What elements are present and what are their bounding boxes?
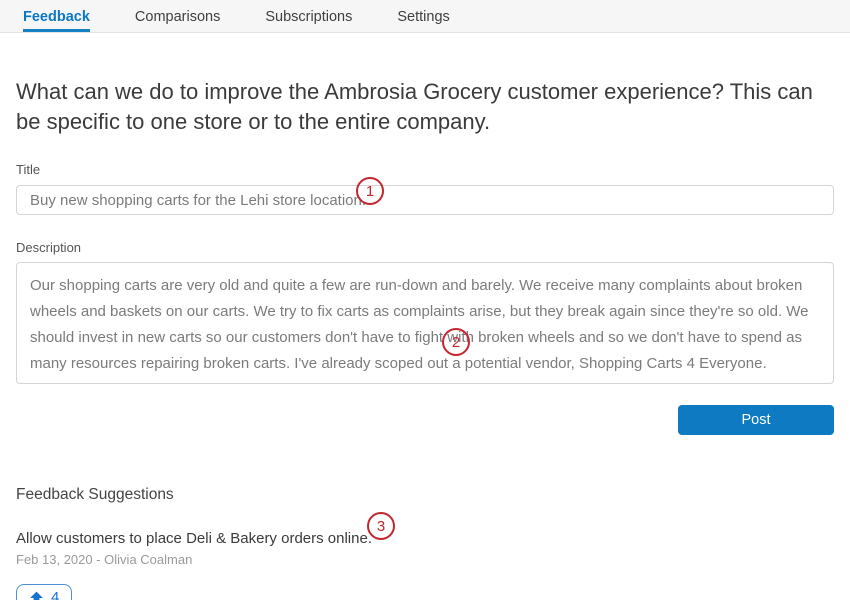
suggestion-byline: Feb 13, 2020 - Olivia Coalman [16, 552, 834, 567]
suggestion-title[interactable]: Allow customers to place Deli & Bakery o… [16, 530, 834, 547]
tab-settings[interactable]: Settings [397, 0, 449, 32]
feedback-suggestions-heading: Feedback Suggestions [16, 486, 834, 504]
upvote-arrow-icon [29, 591, 44, 600]
vote-count: 4 [51, 589, 59, 600]
tab-subscriptions[interactable]: Subscriptions [265, 0, 352, 32]
post-button-row: Post [16, 405, 834, 435]
upvote-button[interactable]: 4 [16, 584, 72, 600]
tab-feedback[interactable]: Feedback [23, 0, 90, 32]
post-button[interactable]: Post [678, 405, 834, 435]
title-input[interactable] [16, 185, 834, 215]
title-label: Title [16, 162, 834, 177]
feedback-question: What can we do to improve the Ambrosia G… [16, 77, 822, 137]
suggestion-item: Allow customers to place Deli & Bakery o… [16, 530, 834, 600]
tab-comparisons[interactable]: Comparisons [135, 0, 220, 32]
feedback-form-section: What can we do to improve the Ambrosia G… [0, 77, 850, 600]
description-label: Description [16, 240, 834, 255]
tab-bar: Feedback Comparisons Subscriptions Setti… [0, 0, 850, 33]
description-textarea[interactable]: Our shopping carts are very old and quit… [16, 262, 834, 384]
